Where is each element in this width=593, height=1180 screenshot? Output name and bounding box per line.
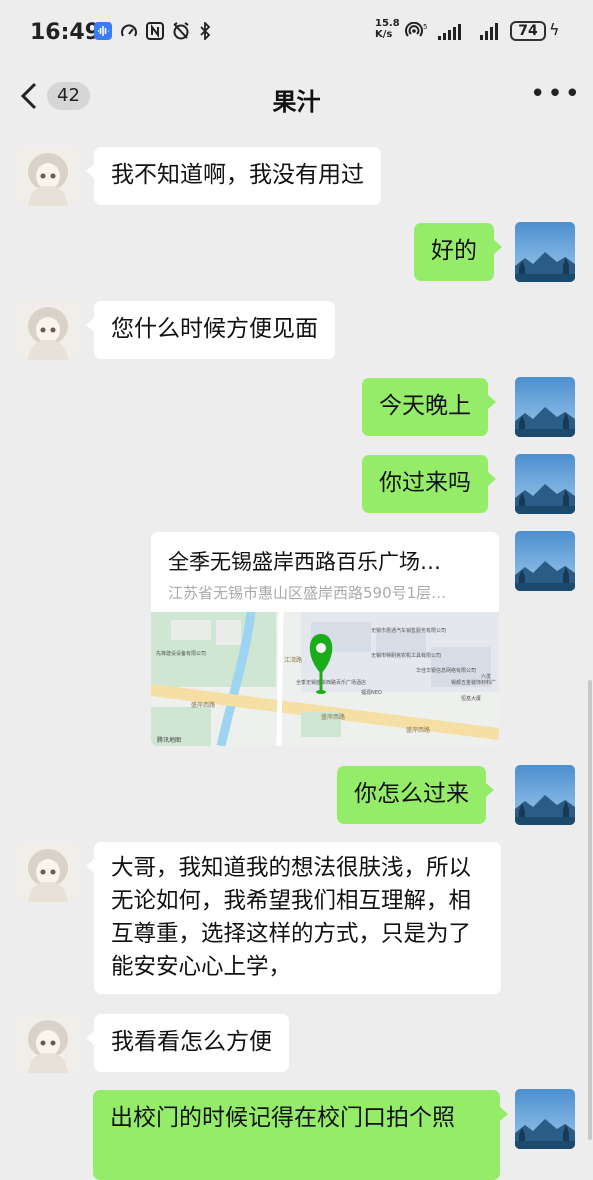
hotspot-icon: 5: [404, 21, 428, 40]
my-avatar[interactable]: [515, 765, 575, 825]
my-avatar[interactable]: [515, 377, 575, 437]
location-card[interactable]: 全季无锡盛岸西路百乐广场… 江苏省无锡市惠山区盛岸西路590号1层… 先锋建设设…: [151, 532, 499, 746]
my-avatar[interactable]: [515, 222, 575, 282]
message-bubble[interactable]: 你过来吗: [362, 455, 496, 513]
map-poi: 无锡市惠通汽车销售服务有限公司: [371, 627, 446, 634]
map-road: 盛岸西路: [321, 713, 345, 721]
alarm-off-icon: [172, 22, 190, 40]
my-avatar[interactable]: [515, 1089, 575, 1149]
message-bubble[interactable]: 我不知道啊，我没有用过: [86, 147, 381, 205]
message-bubble[interactable]: 我看看怎么方便: [86, 1014, 289, 1072]
net-speed-value: 15.8: [375, 18, 400, 29]
location-address: 江苏省无锡市惠山区盛岸西路590号1层…: [168, 584, 447, 602]
speedometer-icon: [120, 22, 138, 40]
location-name: 全季无锡盛岸西路百乐广场…: [168, 550, 441, 574]
voice-recorder-icon: [94, 22, 112, 40]
net-speed-unit: K/s: [375, 29, 393, 40]
message-bubble[interactable]: 好的: [414, 223, 502, 281]
my-avatar[interactable]: [515, 454, 575, 514]
svg-text:5: 5: [423, 23, 427, 31]
battery-level: 74: [510, 21, 546, 41]
map-road: 盛岸西路: [191, 701, 215, 709]
bluetooth-icon: [196, 20, 214, 42]
scrollbar[interactable]: [588, 680, 592, 1140]
charging-icon: ϟ: [549, 20, 560, 39]
map-poi: 恒基大厦: [461, 695, 481, 702]
map-poi: 锡都五金装饰材料广: [451, 679, 496, 686]
contact-avatar[interactable]: [18, 300, 78, 360]
signal-strength-2-icon: [480, 22, 498, 40]
my-avatar[interactable]: [515, 531, 575, 591]
map-poi: 先锋建设设备有限公司: [156, 650, 206, 657]
contact-avatar[interactable]: [18, 1013, 78, 1073]
signal-strength-1-icon: [438, 22, 461, 40]
nfc-icon: [146, 22, 164, 40]
status-bar: 16:49 15.8 K/s 5 74 ϟ: [0, 0, 593, 66]
status-time: 16:49: [30, 20, 101, 45]
map-poi: 全季无锡盛岸西路百乐广场酒店: [296, 679, 366, 686]
contact-avatar[interactable]: [18, 842, 78, 902]
map-road: 江湾路: [284, 656, 302, 664]
contact-avatar[interactable]: [18, 146, 78, 206]
message-bubble[interactable]: 出校门的时候记得在校门口拍个照: [93, 1090, 508, 1180]
chat-header: 42 果汁 •••: [0, 66, 593, 128]
net-speed: 15.8 K/s: [375, 18, 400, 40]
message-bubble[interactable]: 你怎么过来: [337, 766, 494, 824]
map-road: 盛岸西路: [406, 726, 430, 734]
map-poi: 华佳华银信息网络有限公司: [416, 667, 476, 674]
location-map: 先锋建设设备有限公司 无锡市惠通汽车销售服务有限公司 无锡市特耐克农机工具有限公…: [151, 612, 499, 746]
more-options-icon[interactable]: •••: [530, 81, 582, 107]
chat-title: 果汁: [272, 88, 321, 116]
map-poi: 六发: [481, 673, 491, 680]
map-poi: 福源NEO: [361, 689, 382, 696]
message-bubble[interactable]: 大哥，我知道我的想法很肤浅，所以无论如何，我希望我们相互理解，相互尊重，选择这样…: [86, 842, 501, 994]
message-bubble[interactable]: 今天晚上: [362, 378, 496, 436]
map-logo: 腾讯地图: [157, 736, 181, 744]
message-bubble[interactable]: 您什么时候方便见面: [86, 301, 335, 359]
map-poi: 无锡市特耐克农机工具有限公司: [371, 652, 441, 659]
